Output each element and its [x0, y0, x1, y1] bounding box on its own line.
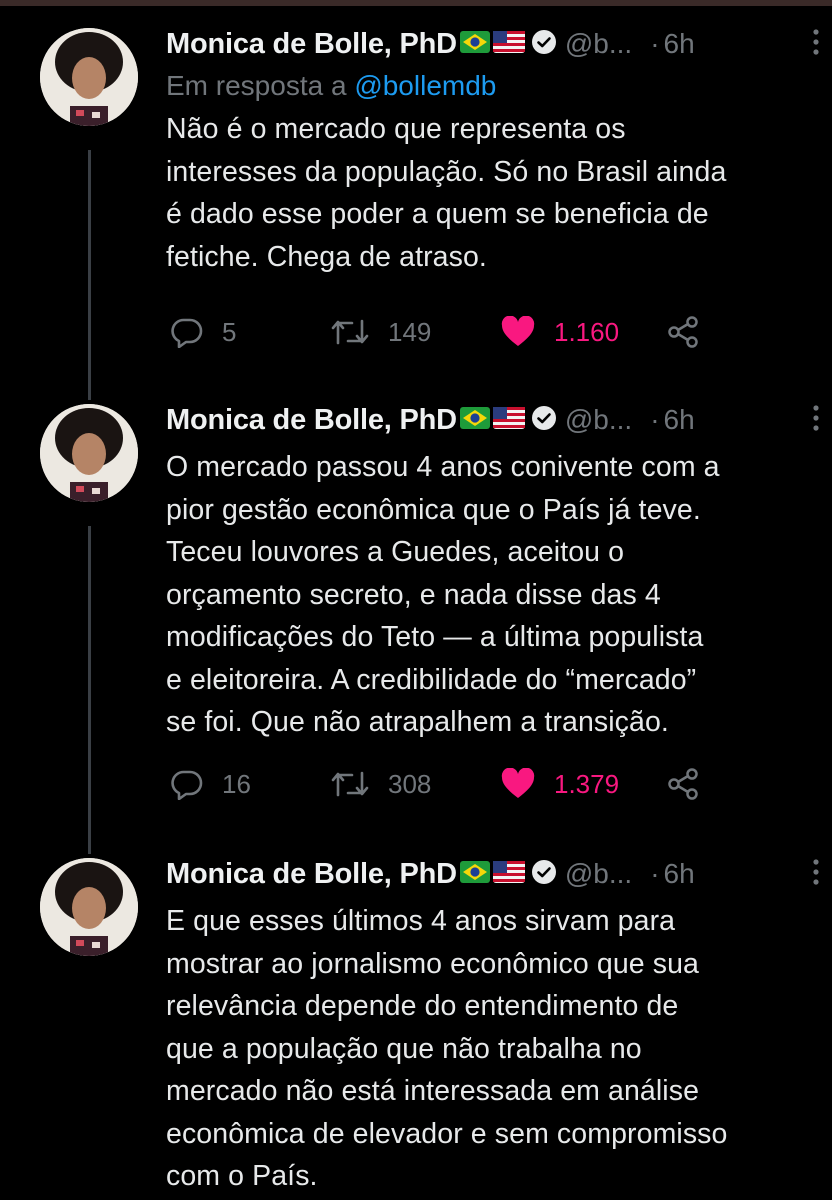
us-flag-icon — [492, 406, 525, 434]
separator-dot: · — [650, 404, 660, 435]
tweet-actions: 5 149 1.160 — [170, 312, 730, 352]
share-button[interactable] — [666, 312, 718, 352]
brazil-flag-icon — [459, 406, 490, 434]
more-options-icon[interactable] — [812, 404, 820, 437]
author-name[interactable]: Monica de Bolle, PhD — [166, 858, 457, 891]
thread-connector — [88, 526, 91, 854]
retweet-count: 149 — [388, 316, 432, 347]
brazil-flag-icon — [459, 30, 490, 58]
avatar[interactable] — [40, 404, 138, 502]
top-edge — [0, 0, 832, 6]
author-name[interactable]: Monica de Bolle, PhD — [166, 404, 457, 437]
author-handle[interactable]: @b... — [565, 28, 632, 60]
timestamp[interactable]: 6h — [664, 858, 695, 890]
share-icon — [668, 316, 698, 348]
timestamp[interactable]: 6h — [664, 28, 695, 60]
retweet-button[interactable]: 149 — [330, 312, 431, 352]
heart-icon — [501, 316, 535, 346]
reply-mention-link[interactable]: @bollemdb — [354, 70, 496, 101]
like-count: 1.160 — [554, 316, 620, 347]
us-flag-icon — [492, 30, 525, 58]
reply-icon — [171, 318, 203, 348]
reply-button[interactable]: 16 — [170, 764, 251, 804]
like-button[interactable]: 1.379 — [500, 764, 619, 804]
author-handle[interactable]: @b... — [565, 404, 632, 436]
reply-prefix: Em resposta a — [166, 70, 355, 101]
like-button[interactable]: 1.160 — [500, 312, 619, 352]
us-flag-icon — [492, 860, 525, 888]
tweet-text: Não é o mercado que representa os intere… — [166, 113, 727, 273]
reply-count: 16 — [222, 768, 251, 799]
avatar[interactable] — [40, 28, 138, 126]
retweet-icon — [331, 319, 369, 345]
more-options-icon[interactable] — [812, 28, 820, 61]
verified-badge-icon — [531, 29, 557, 60]
separator-dot: · — [650, 858, 660, 889]
tweet-text: E que esses últimos 4 anos sirvam para m… — [166, 905, 728, 1192]
author-handle[interactable]: @b... — [565, 858, 632, 890]
tweet-header: Monica de Bolle, PhD @b... · 6h — [166, 852, 806, 896]
reply-context: Em resposta a @bollemdb — [166, 66, 806, 106]
reply-button[interactable]: 5 — [170, 312, 236, 352]
author-name[interactable]: Monica de Bolle, PhD — [166, 28, 457, 61]
avatar[interactable] — [40, 858, 138, 956]
share-button[interactable] — [666, 764, 718, 804]
verified-badge-icon — [531, 405, 557, 436]
retweet-button[interactable]: 308 — [330, 764, 431, 804]
timestamp[interactable]: 6h — [664, 404, 695, 436]
reply-count: 5 — [222, 316, 237, 347]
thread-connector — [88, 150, 91, 400]
like-count: 1.379 — [554, 768, 620, 799]
brazil-flag-icon — [459, 860, 490, 888]
retweet-count: 308 — [388, 768, 432, 799]
tweet-actions: 16 308 1.379 — [170, 764, 730, 804]
more-options-icon[interactable] — [812, 858, 820, 891]
separator-dot: · — [650, 28, 660, 59]
share-icon — [668, 768, 698, 800]
tweet-header: Monica de Bolle, PhD @b... · 6h — [166, 22, 806, 66]
tweet-text: O mercado passou 4 anos conivente com a … — [166, 451, 720, 738]
retweet-icon — [331, 771, 369, 797]
reply-icon — [171, 770, 203, 800]
tweet-header: Monica de Bolle, PhD @b... · 6h — [166, 398, 806, 442]
heart-icon — [501, 768, 535, 798]
verified-badge-icon — [531, 859, 557, 890]
